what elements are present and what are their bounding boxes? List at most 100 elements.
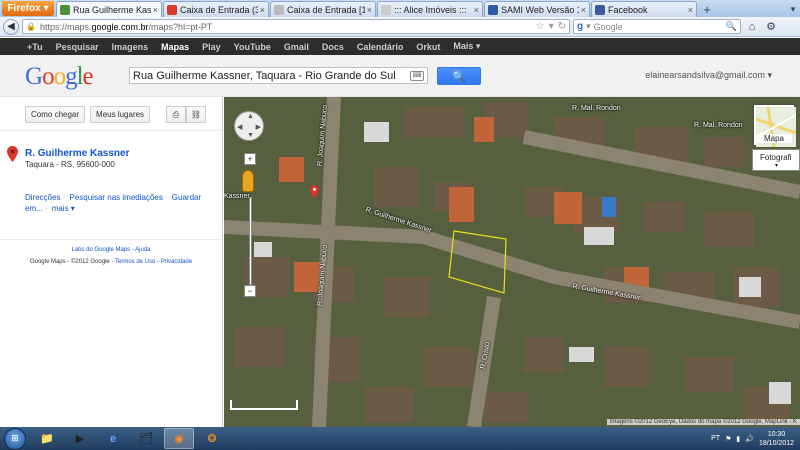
list-all-tabs-icon[interactable]: ▾ (786, 1, 800, 17)
pan-down-icon[interactable]: ▼ (247, 132, 254, 139)
account-menu[interactable]: elainearsandsilva@gmail.com ▾ (645, 70, 772, 81)
place-action-links: Direcções · Pesquisar nas imediações · Gua… (25, 193, 202, 213)
my-places-button[interactable]: Meus lugares (90, 106, 151, 123)
language-indicator[interactable]: PT (711, 435, 720, 442)
flag-icon[interactable]: ⚑ (725, 435, 731, 443)
directions-button[interactable]: Como chegar (25, 106, 86, 123)
network-icon[interactable]: ▮ (736, 435, 740, 443)
gbar-link[interactable]: Gmail (284, 42, 309, 52)
browser-tab-label: Caixa de Entrada [1/68] - ... (287, 4, 365, 15)
street-view-pegman-icon[interactable] (242, 170, 254, 192)
firefox-menu-button[interactable]: Firefox ▾ (2, 1, 54, 16)
home-icon[interactable]: ⌂ (744, 19, 760, 35)
bookmark-star-icon[interactable]: ☆ (536, 21, 545, 32)
mail-icon (274, 4, 284, 15)
close-tab-icon[interactable]: × (474, 5, 479, 15)
browser-tab-bar: Firefox ▾ Rua Guilherme Kassner, ...×Cai… (0, 0, 800, 17)
map-scale-bar (230, 400, 298, 410)
map-canvas[interactable]: R. Mal. Rondon R. Mal. Rondon R. Guilher… (224, 97, 800, 427)
browser-tab[interactable]: Caixa de Entrada [1/68] - ...× (270, 1, 376, 17)
browser-tab[interactable]: Rua Guilherme Kassner, ...× (56, 1, 162, 17)
gbar-link[interactable]: Mais ▾ (453, 41, 480, 52)
pan-control[interactable]: ▲ ▼ ◀ ▶ (234, 111, 264, 141)
directions-link[interactable]: Direcções (25, 193, 61, 202)
search-icon: 🔍 (452, 70, 466, 83)
browser-tab[interactable]: Caixa de Entrada (3) - elai...× (163, 1, 269, 17)
new-tab-button[interactable]: + (698, 1, 716, 17)
gbar-link[interactable]: Calendário (357, 42, 404, 52)
app-taskbar-icon[interactable]: ❂ (197, 428, 227, 449)
place-address: Taquara - RS, 95600-000 (25, 160, 115, 169)
gbar-link[interactable]: Docs (322, 42, 344, 52)
zoom-out-button[interactable]: − (244, 285, 256, 297)
browser-tab[interactable]: Facebook × (591, 1, 697, 17)
addon-icon[interactable]: ⚙ (763, 19, 779, 35)
media-player-taskbar-icon[interactable]: ▶ (65, 428, 95, 449)
clock[interactable]: 10:30 18/10/2012 (759, 430, 794, 448)
gbar-link[interactable]: Pesquisar (56, 42, 99, 52)
close-tab-icon[interactable]: × (367, 5, 372, 15)
google-logo[interactable]: Google (25, 63, 94, 91)
browser-search-bar[interactable]: g ▾ Google 🔍 (573, 19, 741, 34)
gbar-link[interactable]: Play (202, 42, 221, 52)
keyboard-icon[interactable]: ⌨ (410, 70, 424, 81)
close-tab-icon[interactable]: × (153, 5, 158, 15)
explorer-taskbar-icon[interactable]: 📁 (32, 428, 62, 449)
tab-strip: Rua Guilherme Kassner, ...×Caixa de Entr… (56, 1, 698, 17)
dropdown-arrow-icon[interactable]: ▾ (549, 21, 554, 32)
chevron-down-icon: ▾ (43, 3, 49, 14)
zoom-slider[interactable] (249, 197, 252, 285)
folder-taskbar-icon[interactable]: 🗂 (131, 428, 161, 449)
browser-tab[interactable]: SAMI Web Versão 1.1.200× (484, 1, 590, 17)
google-maps-icon (60, 4, 70, 15)
map-type-toggle[interactable]: Mapa (754, 105, 797, 148)
search-button[interactable]: 🔍 (437, 67, 481, 85)
copyright-text: Google Maps - ©2012 Google - (29, 259, 115, 265)
browser-tab-label: SAMI Web Versão 1.1.200 (501, 4, 579, 15)
browser-tab[interactable]: ::: Alice Imóveis ::: × (377, 1, 483, 17)
divider (0, 130, 222, 131)
gbar-link[interactable]: YouTube (234, 42, 271, 52)
close-tab-icon[interactable]: × (688, 5, 693, 15)
browser-tab-label: Caixa de Entrada (3) - elai... (180, 4, 258, 15)
start-button[interactable]: ⊞ (4, 427, 26, 450)
gbar-link[interactable]: +Tu (27, 42, 43, 52)
windows-taskbar: ⊞ 📁 ▶ e 🗂 ◉ ❂ PT ⚑ ▮ 🔊 10:30 18/10/2012 (0, 427, 800, 450)
photos-label: Fotografi (760, 153, 792, 162)
volume-icon[interactable]: 🔊 (745, 435, 754, 443)
system-tray: PT ⚑ ▮ 🔊 10:30 18/10/2012 (711, 430, 800, 448)
close-tab-icon[interactable]: × (260, 5, 265, 15)
place-name[interactable]: R. Guilherme Kassner (25, 148, 129, 159)
maps-search-input[interactable]: Rua Guilherme Kassner, Taquara - Rio Gra… (129, 67, 428, 84)
chevron-down-icon: ▾ (774, 163, 778, 169)
photos-toggle[interactable]: Fotografi ▾ (752, 149, 800, 171)
street-label: R. Mal. Rondon (694, 122, 743, 129)
close-tab-icon[interactable]: × (581, 5, 586, 15)
labs-help-link[interactable]: Labs do Google Maps - Ajuda (0, 247, 222, 253)
print-icon[interactable]: ⎙ (166, 106, 186, 123)
map-type-label: Mapa (756, 134, 792, 143)
firefox-taskbar-icon[interactable]: ◉ (164, 428, 194, 449)
search-engine-dropdown-icon[interactable]: ▾ (586, 21, 591, 32)
url-bar[interactable]: 🔒 https://maps.google.com.br/maps?hl=pt-… (22, 19, 570, 34)
search-icon[interactable]: 🔍 (726, 21, 737, 32)
gbar-link[interactable]: Orkut (416, 42, 440, 52)
pan-left-icon[interactable]: ◀ (237, 123, 242, 131)
pan-right-icon[interactable]: ▶ (256, 123, 261, 131)
link-icon[interactable]: ⛓ (186, 106, 206, 123)
terms-link[interactable]: Termos de Uso (115, 259, 155, 265)
reload-icon[interactable]: ↻ (558, 21, 566, 32)
back-icon[interactable]: ◀ (3, 18, 19, 35)
divider (0, 239, 222, 240)
location-marker-icon[interactable] (310, 185, 319, 198)
search-nearby-link[interactable]: Pesquisar nas imediações (69, 193, 162, 202)
more-link[interactable]: mais ▾ (52, 204, 75, 213)
internet-explorer-taskbar-icon[interactable]: e (98, 428, 128, 449)
gbar-link[interactable]: Imagens (112, 42, 149, 52)
pan-up-icon[interactable]: ▲ (247, 113, 254, 120)
firefox-menu-label: Firefox (7, 3, 41, 14)
gbar-link[interactable]: Mapas (161, 42, 189, 52)
satellite-imagery (224, 97, 800, 427)
zoom-in-button[interactable]: + (244, 153, 256, 165)
privacy-link[interactable]: Privacidade (161, 259, 192, 265)
